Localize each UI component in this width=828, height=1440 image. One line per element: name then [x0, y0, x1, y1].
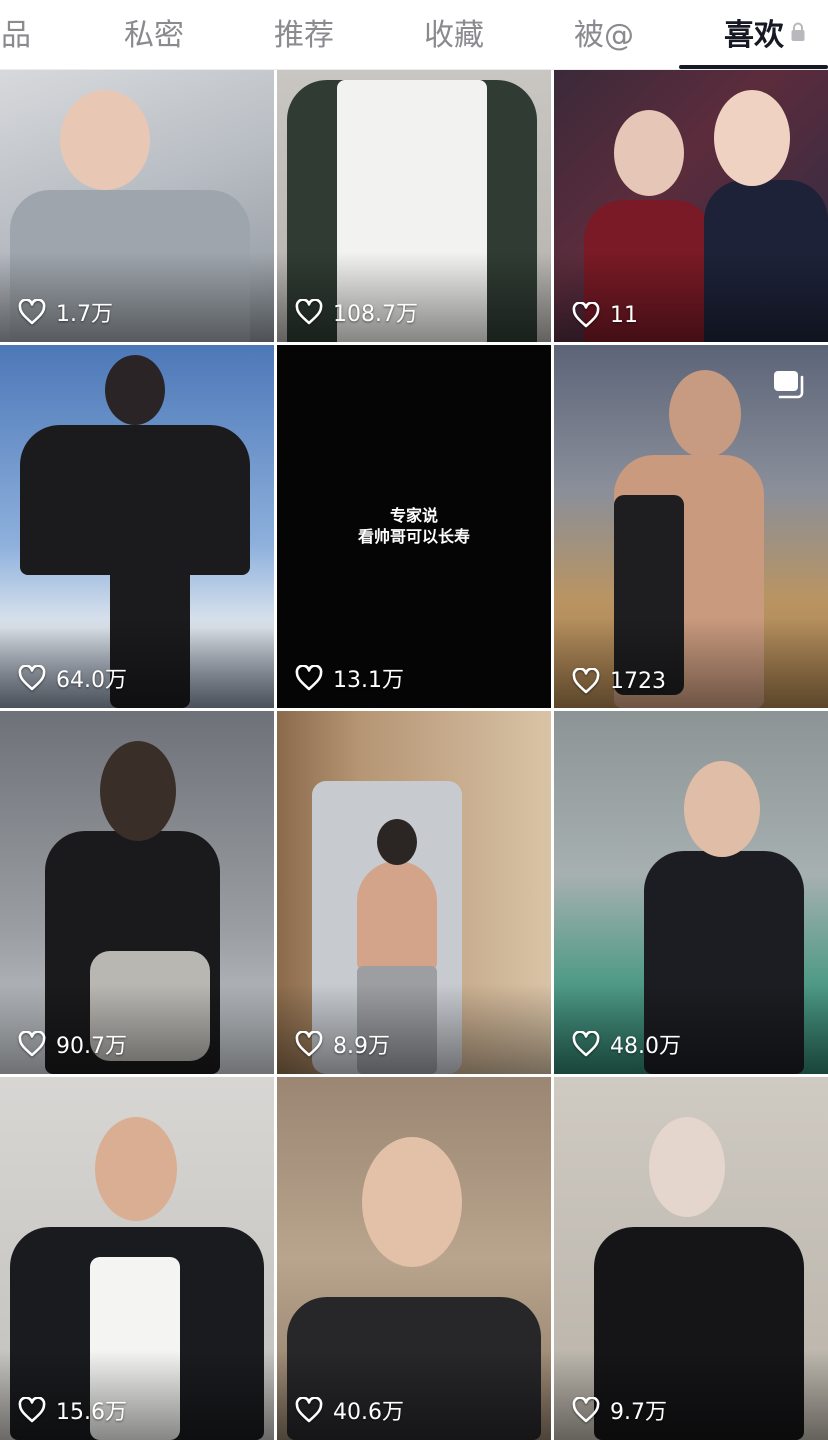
heart-icon	[295, 1031, 323, 1057]
like-count: 90.7万	[18, 1028, 127, 1060]
like-count: 40.6万	[295, 1394, 404, 1426]
like-count: 1723	[572, 668, 666, 694]
video-thumbnail-11[interactable]: 40.6万	[277, 1077, 551, 1440]
thumbnail-face	[684, 761, 760, 857]
like-count: 64.0万	[18, 662, 127, 694]
video-thumbnail-3[interactable]: 11	[554, 70, 828, 342]
heart-icon	[572, 1397, 600, 1423]
tab-works[interactable]: 品	[0, 0, 36, 64]
caption-line-1: 专家说	[389, 506, 438, 525]
tab-mentioned[interactable]: 被@	[562, 0, 646, 64]
like-count: 9.7万	[572, 1394, 667, 1426]
like-count-text: 90.7万	[56, 1034, 127, 1059]
video-thumbnail-9[interactable]: 48.0万	[554, 711, 828, 1074]
tab-private[interactable]: 私密	[112, 0, 196, 64]
heart-icon	[18, 299, 46, 325]
video-thumbnail-12[interactable]: 9.7万	[554, 1077, 828, 1440]
video-thumbnail-10[interactable]: 15.6万	[0, 1077, 274, 1440]
like-count-text: 9.7万	[610, 1400, 667, 1425]
tab-favorites[interactable]: 收藏	[412, 0, 496, 64]
video-thumbnail-7[interactable]: 90.7万	[0, 711, 274, 1074]
heart-icon	[295, 1397, 323, 1423]
thumbnail-face	[105, 355, 165, 425]
thumbnail-face	[649, 1117, 725, 1217]
tab-works-label: 品	[1, 18, 31, 53]
lock-icon	[790, 22, 806, 42]
thumbnail-face	[377, 819, 417, 865]
like-count: 13.1万	[295, 662, 404, 694]
like-count-text: 108.7万	[333, 302, 418, 327]
tab-liked[interactable]: 喜欢	[706, 0, 824, 64]
like-count: 108.7万	[295, 296, 418, 328]
like-count: 8.9万	[295, 1028, 390, 1060]
heart-icon	[18, 665, 46, 691]
like-count-text: 64.0万	[56, 668, 127, 693]
heart-icon	[572, 1031, 600, 1057]
like-count: 11	[572, 302, 638, 328]
tab-private-label: 私密	[124, 18, 184, 53]
video-thumbnail-8[interactable]: 8.9万	[277, 711, 551, 1074]
like-count-text: 40.6万	[333, 1400, 404, 1425]
image-stack-icon	[772, 369, 806, 403]
like-count-text: 13.1万	[333, 668, 404, 693]
like-count-text: 1.7万	[56, 302, 113, 327]
thumbnail-face	[95, 1117, 177, 1221]
tab-liked-label: 喜欢	[724, 18, 784, 53]
active-tab-indicator	[679, 65, 828, 69]
heart-icon	[18, 1031, 46, 1057]
tab-recommended-label: 推荐	[274, 18, 334, 53]
thumbnail-shade	[554, 618, 828, 708]
like-count-text: 11	[610, 302, 638, 328]
thumbnail-face	[100, 741, 176, 841]
thumbnail-figure	[357, 861, 437, 971]
video-thumbnail-1[interactable]: 1.7万	[0, 70, 274, 342]
caption-line-2: 看帅哥可以长寿	[357, 527, 470, 546]
thumbnail-face	[60, 90, 150, 190]
like-count: 15.6万	[18, 1394, 127, 1426]
thumbnail-face	[669, 370, 741, 458]
heart-icon	[572, 302, 600, 328]
thumbnail-face	[362, 1137, 462, 1267]
heart-icon	[295, 299, 323, 325]
video-thumbnail-5[interactable]: 专家说 看帅哥可以长寿 13.1万	[277, 345, 551, 708]
video-thumbnail-2[interactable]: 108.7万	[277, 70, 551, 342]
heart-icon	[572, 668, 600, 694]
video-caption: 专家说 看帅哥可以长寿	[277, 505, 551, 547]
video-thumbnail-6[interactable]: 1723	[554, 345, 828, 708]
thumbnail-face	[714, 90, 790, 186]
like-count-text: 48.0万	[610, 1034, 681, 1059]
profile-tab-bar: 品 私密 推荐 收藏 被@ 喜欢	[0, 0, 828, 70]
tab-mentioned-label: 被@	[574, 18, 634, 53]
thumbnail-face	[614, 110, 684, 196]
heart-icon	[295, 665, 323, 691]
tab-favorites-label: 收藏	[424, 18, 484, 53]
like-count-text: 8.9万	[333, 1034, 390, 1059]
like-count: 48.0万	[572, 1028, 681, 1060]
like-count: 1.7万	[18, 296, 113, 328]
like-count-text: 15.6万	[56, 1400, 127, 1425]
video-thumbnail-4[interactable]: 64.0万	[0, 345, 274, 708]
thumbnail-shade	[554, 252, 828, 342]
tab-recommended[interactable]: 推荐	[262, 0, 346, 64]
heart-icon	[18, 1397, 46, 1423]
like-count-text: 1723	[610, 668, 666, 694]
